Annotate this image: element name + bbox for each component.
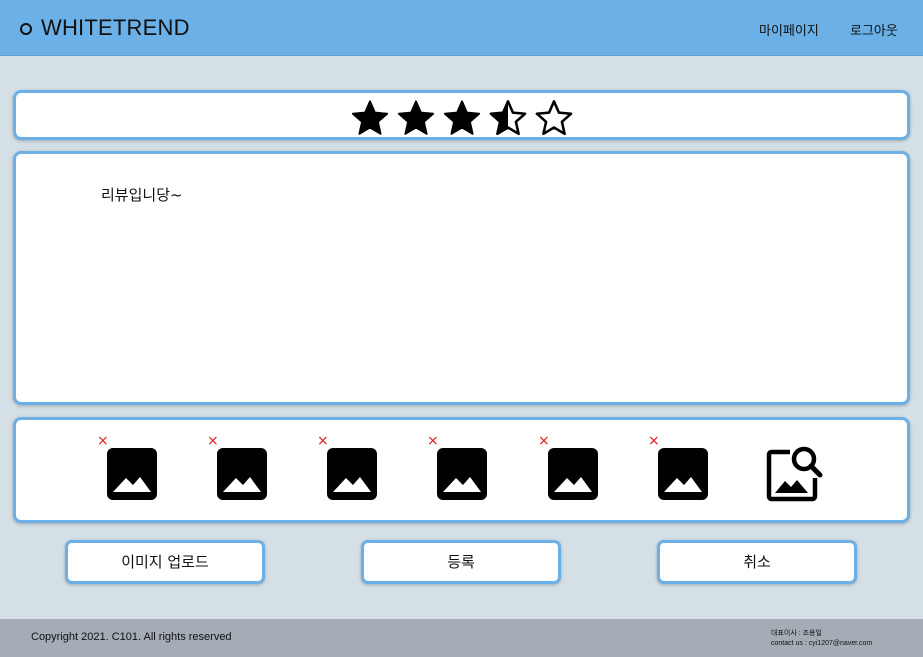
image-icon [658,448,708,500]
top-header: WHITETREND 마이페이지 로그아웃 [0,0,923,56]
nav-logout-link[interactable]: 로그아웃 [850,20,898,39]
footer-company-info: 대표이사 : 조용일 contact us : cyi1207@naver.co… [771,629,872,649]
image-thumbnail-4[interactable]: × [427,434,489,500]
remove-image-5-icon[interactable]: × [538,434,550,448]
footer-contact: contact us : cyi1207@naver.com [771,640,873,647]
logo-circle-icon [20,23,32,35]
review-text[interactable]: 리뷰입니당~ [101,184,183,205]
image-icon [217,448,267,500]
remove-image-3-icon[interactable]: × [317,434,329,448]
star-1-icon[interactable] [351,99,389,137]
image-search-icon[interactable] [766,442,824,502]
image-thumbnail-2[interactable]: × [207,434,269,500]
submit-button[interactable]: 등록 [361,540,561,584]
image-icon [548,448,598,500]
cancel-button[interactable]: 취소 [657,540,857,584]
star-4-half-icon[interactable] [489,99,527,137]
star-3-icon[interactable] [443,99,481,137]
footer-copyright: Copyright 2021. C101. All rights reserve… [31,631,232,643]
nav-mypage-link[interactable]: 마이페이지 [759,20,819,39]
page-footer: Copyright 2021. C101. All rights reserve… [0,619,923,657]
remove-image-1-icon[interactable]: × [97,434,109,448]
remove-image-6-icon[interactable]: × [648,434,660,448]
remove-image-4-icon[interactable]: × [427,434,439,448]
upload-image-button[interactable]: 이미지 업로드 [65,540,265,584]
image-thumbnail-1[interactable]: × [97,434,159,500]
star-5-empty-icon[interactable] [535,99,573,137]
image-thumbnail-3[interactable]: × [317,434,379,500]
image-thumbnail-6[interactable]: × [648,434,710,500]
star-rating[interactable] [351,95,591,139]
image-thumbnail-5[interactable]: × [538,434,600,500]
image-icon [327,448,377,500]
image-icon [437,448,487,500]
star-2-icon[interactable] [397,99,435,137]
site-logo-title[interactable]: WHITETREND [41,15,190,41]
rating-panel [13,90,910,140]
remove-image-2-icon[interactable]: × [207,434,219,448]
footer-ceo: 대표이사 : 조용일 [771,630,822,637]
image-icon [107,448,157,500]
image-list-panel: × × × × × × [13,417,910,523]
review-textarea[interactable]: 리뷰입니당~ [13,151,910,405]
